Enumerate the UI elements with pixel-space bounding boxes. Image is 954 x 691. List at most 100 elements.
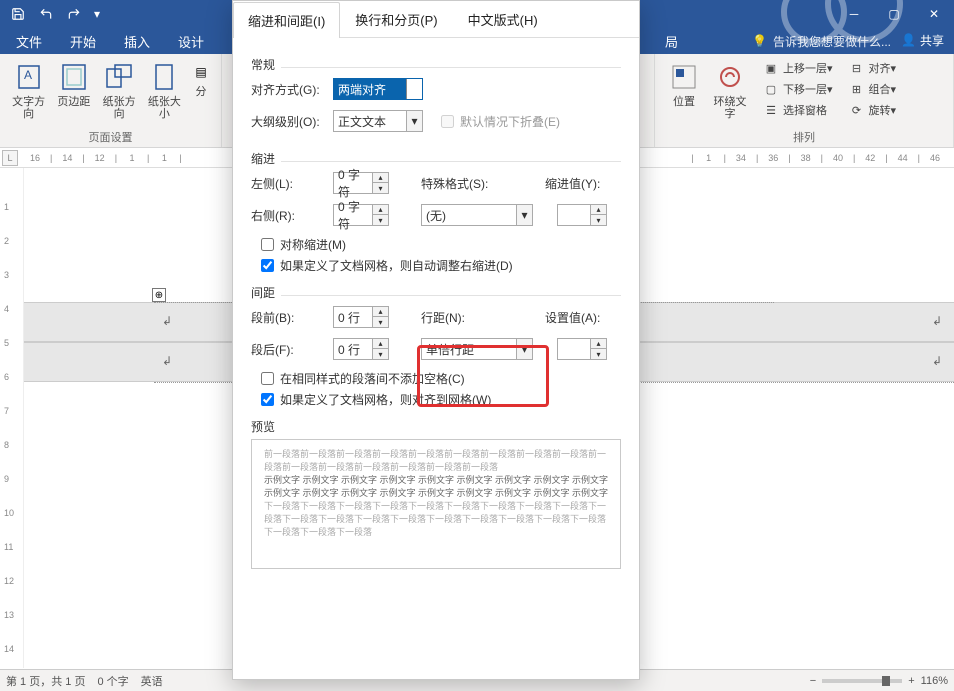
chevron-down-icon[interactable]: ▾: [516, 205, 532, 225]
tab-indent-spacing[interactable]: 缩进和间距(I): [233, 2, 340, 38]
indent-value-spinner[interactable]: ▴▾: [557, 204, 607, 226]
no-space-same-style-checkbox[interactable]: [261, 372, 274, 385]
cell-marker: ↲: [162, 314, 172, 328]
ruler-tick: 36: [762, 153, 784, 163]
wrap-text-button[interactable]: 环绕文字: [709, 58, 751, 122]
align-button[interactable]: ⊟对齐 ▾: [845, 58, 901, 78]
status-language[interactable]: 英语: [141, 673, 163, 689]
mirror-indent-checkbox[interactable]: [261, 238, 274, 251]
share-label: 共享: [920, 32, 944, 49]
table-row-right-2[interactable]: [774, 342, 954, 382]
ruler-tick: 42: [859, 153, 881, 163]
columns-button[interactable]: ▤分: [189, 58, 213, 122]
save-icon[interactable]: [4, 2, 32, 26]
size-button[interactable]: 纸张大小: [144, 58, 185, 122]
space-before-spinner[interactable]: 0 行▴▾: [333, 306, 389, 328]
text-direction-button[interactable]: A文字方向: [8, 58, 49, 122]
close-icon[interactable]: ✕: [914, 0, 954, 28]
section-spacing: 间距: [251, 284, 621, 301]
label-special: 特殊格式(S):: [421, 175, 501, 192]
label-space-before: 段前(B):: [251, 309, 325, 326]
tab-layout-partial[interactable]: 局: [665, 28, 692, 54]
vruler-tick: 13: [4, 610, 14, 620]
group-icon: ⊞: [849, 81, 865, 97]
vruler-tick: 5: [4, 338, 9, 348]
share-button[interactable]: 👤 共享: [891, 28, 954, 52]
label-outline: 大纲级别(O):: [251, 113, 325, 130]
tab-insert[interactable]: 插入: [110, 28, 164, 54]
selection-pane-icon: ☰: [763, 102, 779, 118]
chevron-down-icon[interactable]: ▾: [406, 79, 422, 99]
margins-icon: [58, 60, 90, 94]
vruler-tick: 11: [4, 542, 13, 552]
spinner-buttons[interactable]: ▴▾: [372, 173, 388, 193]
group-button[interactable]: ⊞组合 ▾: [845, 79, 901, 99]
qat-dropdown-icon[interactable]: ▾: [88, 2, 106, 26]
outline-select[interactable]: 正文文本▾: [333, 110, 423, 132]
label-indent-value: 缩进值(Y):: [545, 175, 600, 192]
ruler-tick: 46: [924, 153, 946, 163]
tab-line-page-breaks[interactable]: 换行和分页(P): [340, 1, 452, 37]
tab-design[interactable]: 设计: [164, 28, 218, 54]
left-indent-spinner[interactable]: 0 字符▴▾: [333, 172, 389, 194]
spinner-buttons[interactable]: ▴▾: [372, 205, 388, 225]
collapse-checkbox: [441, 115, 454, 128]
redo-icon[interactable]: [60, 2, 88, 26]
alignment-select[interactable]: 两端对齐▾: [333, 78, 423, 100]
ruler-tick: 16: [24, 153, 46, 163]
snap-to-grid-checkbox[interactable]: [261, 393, 274, 406]
minimize-icon[interactable]: ─: [834, 0, 874, 28]
tell-me-search[interactable]: 💡 告诉我您想要做什么...: [752, 28, 891, 54]
section-indent: 缩进: [251, 150, 621, 167]
text-direction-icon: A: [13, 60, 45, 94]
group-label-page-setup: 页面设置: [8, 127, 213, 145]
position-button[interactable]: 位置: [663, 58, 705, 122]
cell-marker: ↲: [932, 354, 942, 368]
ruler-tick: 40: [827, 153, 849, 163]
table-row-right-1[interactable]: [774, 302, 954, 342]
tab-file[interactable]: 文件: [2, 28, 56, 54]
ribbon-group-arrange: 位置 环绕文字 ▣上移一层 ▾ ▢下移一层 ▾ ☰选择窗格 ⊟对齐 ▾ ⊞组合 …: [654, 54, 954, 147]
vruler-tick: 1: [4, 202, 9, 212]
vruler-tick: 6: [4, 372, 9, 382]
spinner-buttons[interactable]: ▴▾: [372, 339, 388, 359]
status-page[interactable]: 第 1 页，共 1 页: [6, 673, 85, 689]
ruler-tick: 1: [153, 153, 175, 163]
spinner-buttons[interactable]: ▴▾: [590, 339, 606, 359]
space-after-spinner[interactable]: 0 行▴▾: [333, 338, 389, 360]
tab-home[interactable]: 开始: [56, 28, 110, 54]
zoom-thumb[interactable]: [882, 676, 890, 686]
orientation-button[interactable]: 纸张方向: [99, 58, 140, 122]
dialog-tabs: 缩进和间距(I) 换行和分页(P) 中文版式(H): [233, 1, 639, 38]
undo-icon[interactable]: [32, 2, 60, 26]
tab-chinese-typography[interactable]: 中文版式(H): [453, 1, 553, 37]
rotate-button[interactable]: ⟳旋转 ▾: [845, 100, 901, 120]
auto-adjust-indent-checkbox[interactable]: [261, 259, 274, 272]
vruler-tick: 9: [4, 474, 9, 484]
status-zoom[interactable]: 116%: [921, 675, 948, 687]
label-line-spacing: 行距(N):: [421, 309, 501, 326]
chevron-down-icon[interactable]: ▾: [406, 111, 422, 131]
tell-me-label: 告诉我您想要做什么...: [773, 33, 891, 50]
label-alignment: 对齐方式(G):: [251, 81, 325, 98]
share-icon: 👤: [901, 33, 916, 47]
selection-pane-button[interactable]: ☰选择窗格: [759, 100, 837, 120]
margins-button[interactable]: 页边距: [53, 58, 94, 122]
section-preview: 预览: [251, 418, 621, 435]
right-indent-spinner[interactable]: 0 字符▴▾: [333, 204, 389, 226]
spinner-buttons[interactable]: ▴▾: [372, 307, 388, 327]
paragraph-dialog: 缩进和间距(I) 换行和分页(P) 中文版式(H) 常规 对齐方式(G): 两端…: [232, 0, 640, 680]
send-backward-button[interactable]: ▢下移一层 ▾: [759, 79, 837, 99]
status-words[interactable]: 0 个字: [97, 673, 128, 689]
setting-value-spinner[interactable]: ▴▾: [557, 338, 607, 360]
zoom-slider[interactable]: [822, 679, 902, 683]
anchor-icon: ⊕: [152, 288, 166, 302]
svg-text:A: A: [24, 68, 32, 82]
ruler-tick: 38: [795, 153, 817, 163]
maximize-icon[interactable]: ▢: [874, 0, 914, 28]
bring-forward-button[interactable]: ▣上移一层 ▾: [759, 58, 837, 78]
vruler-tick: 4: [4, 304, 9, 314]
vertical-ruler[interactable]: 1234567891011121314: [0, 168, 24, 668]
special-format-select[interactable]: (无)▾: [421, 204, 533, 226]
spinner-buttons[interactable]: ▴▾: [590, 205, 606, 225]
